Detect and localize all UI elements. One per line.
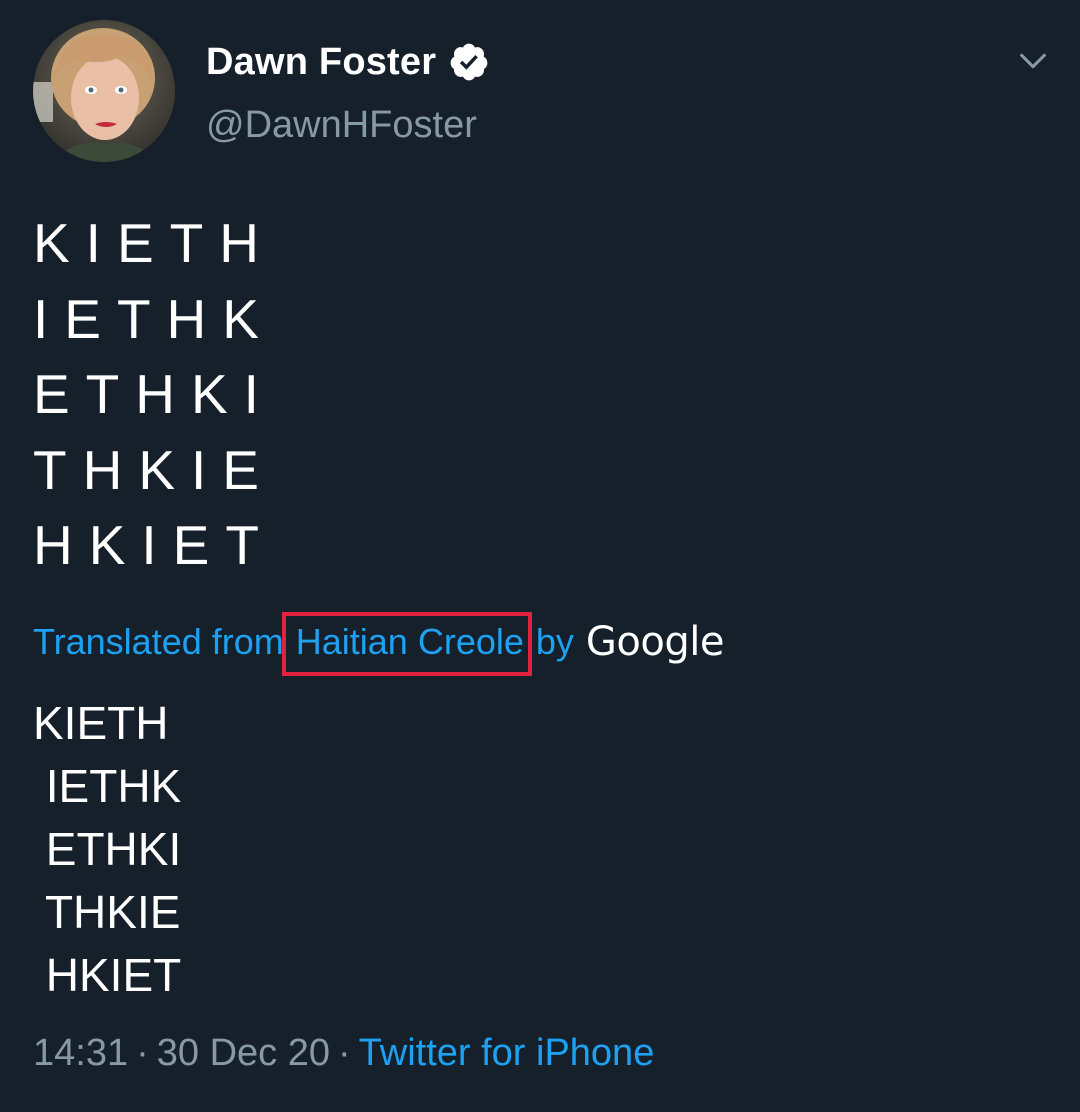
translated-line: IETHK: [33, 760, 182, 812]
source-language-link[interactable]: Haitian Creole: [281, 612, 532, 676]
meta-separator: ·: [136, 1032, 149, 1074]
author-name-row[interactable]: Dawn Foster: [206, 38, 490, 86]
avatar[interactable]: [33, 20, 175, 162]
tweet-line: HKIET: [33, 514, 275, 576]
author-handle[interactable]: @DawnHFoster: [206, 104, 477, 147]
translated-line: KIETH: [33, 697, 169, 749]
translation-attribution: Translated from Haitian Creole by Google: [33, 612, 725, 676]
tweet-text: KIETH IETHK ETHKI THKIE HKIET: [33, 206, 275, 584]
by-label: by: [535, 621, 574, 662]
google-logo: Google: [585, 619, 725, 665]
tweet-meta: 14:31 · 30 Dec 20 · Twitter for iPhone: [33, 1032, 654, 1075]
source-language-label: Haitian Creole: [295, 621, 524, 662]
chevron-down-icon[interactable]: [1016, 44, 1050, 78]
translated-text: KIETH IETHK ETHKI THKIE HKIET: [33, 692, 181, 1007]
tweet-header: Dawn Foster @DawnHFoster: [0, 0, 1080, 180]
tweet-line: ETHKI: [33, 363, 275, 425]
translated-from-label: Translated from: [33, 621, 284, 662]
verified-badge-icon: [450, 43, 488, 81]
translated-line: HKIET: [33, 949, 182, 1001]
tweet-date[interactable]: 30 Dec 20: [157, 1032, 330, 1075]
tweet-line: IETHK: [33, 287, 275, 350]
display-name[interactable]: Dawn Foster: [206, 41, 436, 84]
tweet-line: KIETH: [33, 212, 275, 274]
user-avatar-photo: [33, 20, 175, 162]
tweet-line: THKIE: [33, 438, 275, 501]
meta-separator: ·: [337, 1032, 351, 1074]
tweet-source-link[interactable]: Twitter for iPhone: [359, 1032, 655, 1075]
tweet-time[interactable]: 14:31: [33, 1032, 128, 1075]
translated-line: THKIE: [33, 886, 181, 938]
translated-line: ETHKI: [33, 823, 182, 875]
